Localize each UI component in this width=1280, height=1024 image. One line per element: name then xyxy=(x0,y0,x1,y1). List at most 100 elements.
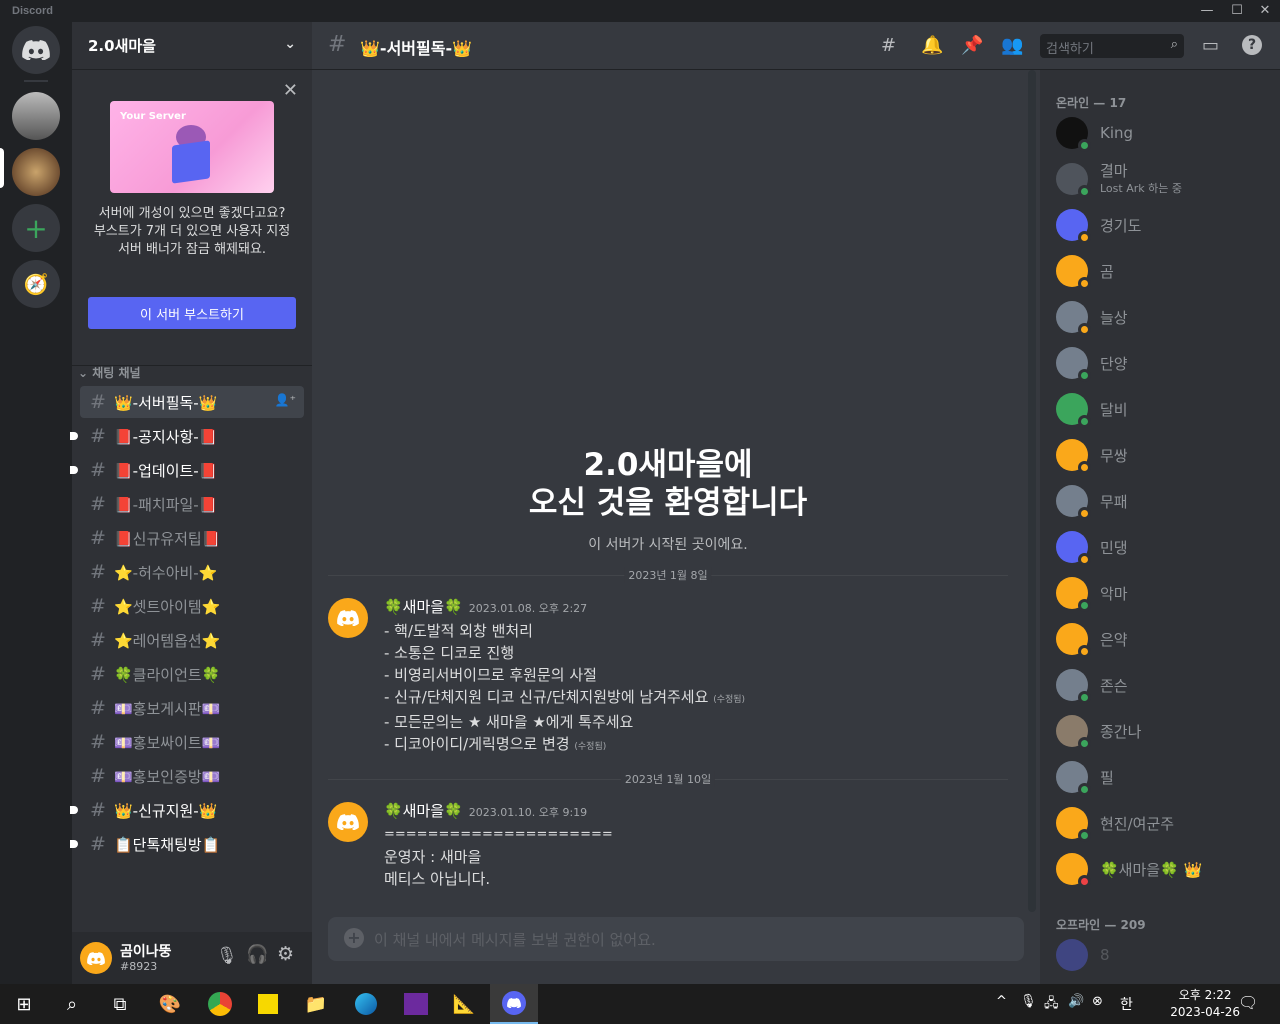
author-avatar[interactable] xyxy=(328,802,368,842)
status-indicator xyxy=(1078,737,1091,750)
tray-network-icon[interactable]: 🖧 xyxy=(1044,994,1059,1016)
minimize-button[interactable]: — xyxy=(1192,0,1222,22)
radio-app-icon[interactable] xyxy=(392,984,440,1024)
server-icon-2[interactable] xyxy=(12,148,60,196)
member-avatar xyxy=(1056,301,1091,336)
file-explorer-icon[interactable]: 📁 xyxy=(292,984,340,1024)
paint-icon[interactable]: 🎨 xyxy=(146,984,194,1024)
add-attachment-icon[interactable]: + xyxy=(344,928,364,948)
member-item[interactable]: 경기도 xyxy=(1056,204,1266,246)
member-item[interactable]: 종간나 xyxy=(1056,710,1266,752)
offline-header: 오프라인 — 209 xyxy=(1056,918,1146,932)
member-item[interactable]: 은약 xyxy=(1056,618,1266,660)
discord-taskbar-icon[interactable] xyxy=(490,984,538,1024)
user-avatar[interactable] xyxy=(80,942,112,974)
message-composer[interactable]: + 이 채널 내에서 메시지를 보낼 권한이 없어요. xyxy=(328,917,1024,961)
member-item[interactable]: 달비 xyxy=(1056,388,1266,430)
member-item[interactable]: 🍀새마을🍀 👑 xyxy=(1056,848,1266,890)
member-item[interactable]: 민댕 xyxy=(1056,526,1266,568)
member-item[interactable]: 무쌍 xyxy=(1056,434,1266,476)
member-item[interactable]: 단양 xyxy=(1056,342,1266,384)
close-icon[interactable]: ✕ xyxy=(283,80,298,101)
add-server-icon[interactable]: + xyxy=(12,204,60,252)
member-item[interactable]: 악마 xyxy=(1056,572,1266,614)
user-panel: 곰이나뚱 #8923 🎙 🎧 ⚙ xyxy=(72,932,312,984)
author-avatar[interactable] xyxy=(328,598,368,638)
threads-icon[interactable]: # xyxy=(881,35,896,56)
close-button[interactable]: ✕ xyxy=(1250,0,1280,22)
tray-mic-icon[interactable]: 🎙 xyxy=(1020,994,1037,1009)
windows-start-icon[interactable]: ⊞ xyxy=(0,984,48,1024)
member-item[interactable]: 늘상 xyxy=(1056,296,1266,338)
search-icon[interactable]: ⌕ xyxy=(48,984,96,1024)
status-indicator xyxy=(1078,507,1091,520)
hash-icon: # xyxy=(90,527,106,549)
server-icon-1[interactable] xyxy=(12,92,60,140)
member-item[interactable]: 존슨 xyxy=(1056,664,1266,706)
notification-icon[interactable]: 🗨 xyxy=(1238,993,1258,1012)
task-view-icon[interactable]: ⧉ xyxy=(96,984,144,1024)
microphone-icon[interactable]: 🎙 xyxy=(216,946,238,966)
home-button[interactable] xyxy=(12,26,60,74)
channel-item[interactable]: # 📕신규유저팁📕 xyxy=(80,522,304,554)
clock[interactable]: 오후 2:22 2023-04-26 xyxy=(1170,987,1240,1021)
author-name[interactable]: 🍀새마을🍀 xyxy=(384,802,463,820)
unread-indicator xyxy=(70,432,78,440)
ime-indicator[interactable]: 한 xyxy=(1120,994,1133,1014)
hash-icon: # xyxy=(90,833,106,855)
channel-item[interactable]: # 💷홍보게시판💷 xyxy=(80,692,304,724)
maximize-button[interactable]: ☐ xyxy=(1222,0,1252,22)
member-item[interactable]: 8 xyxy=(1056,934,1266,976)
chrome-icon[interactable] xyxy=(196,984,244,1024)
channel-item[interactable]: # 📕-패치파일-📕 xyxy=(80,488,304,520)
member-item[interactable]: King xyxy=(1056,112,1266,154)
invite-icon[interactable]: 👤⁺ xyxy=(275,393,296,407)
headphones-icon[interactable]: 🎧 xyxy=(246,944,268,965)
member-item[interactable]: 곰 xyxy=(1056,250,1266,292)
member-avatar xyxy=(1056,577,1091,612)
separator xyxy=(24,80,48,82)
welcome-line-1: 2.0새마을에 xyxy=(583,447,753,483)
channel-item[interactable]: # 💷홍보싸이트💷 xyxy=(80,726,304,758)
member-avatar xyxy=(1056,623,1091,658)
channel-item[interactable]: # ⭐레어템옵션⭐ xyxy=(80,624,304,656)
scrollbar[interactable] xyxy=(1028,70,1036,912)
pin-icon[interactable]: 📌 xyxy=(961,35,983,56)
member-item[interactable]: 필 xyxy=(1056,756,1266,798)
explore-compass-icon[interactable]: 🧭 xyxy=(12,260,60,308)
app-icon[interactable]: 📐 xyxy=(440,984,488,1024)
help-icon[interactable]: ? xyxy=(1242,35,1262,55)
channel-label: 🍀클라이언트🍀 xyxy=(114,665,221,684)
inbox-icon[interactable]: ▭ xyxy=(1202,35,1219,56)
tray-app-icon[interactable]: ⊗ xyxy=(1092,994,1103,1009)
channel-item[interactable]: # 📕-업데이트-📕 xyxy=(70,454,304,486)
status-indicator xyxy=(1078,599,1091,612)
author-name[interactable]: 🍀새마을🍀 xyxy=(384,598,463,616)
tray-volume-icon[interactable]: 🔊 xyxy=(1068,994,1084,1009)
tray-chevron-icon[interactable]: ^ xyxy=(996,994,1007,1009)
member-name: 🍀새마을🍀 👑 xyxy=(1100,860,1203,879)
channel-label: ⭐-허수아비-⭐ xyxy=(114,563,218,582)
member-item[interactable]: 무패 xyxy=(1056,480,1266,522)
search-icon: ⌕ xyxy=(1170,37,1178,52)
channel-item[interactable]: # 📋단톡채팅방📋 xyxy=(70,828,304,860)
channel-item[interactable]: # 👑-서버필독-👑 👤⁺ xyxy=(80,386,304,418)
edge-icon[interactable] xyxy=(342,984,390,1024)
server-header[interactable]: 2.0새마을 ⌄ xyxy=(72,22,312,70)
channel-item[interactable]: # 👑-신규지원-👑 xyxy=(70,794,304,826)
category-header[interactable]: ⌄ 채팅 채널 xyxy=(78,364,141,381)
member-item[interactable]: 결마 Lost Ark 하는 중 xyxy=(1056,158,1266,200)
gear-icon[interactable]: ⚙ xyxy=(277,943,294,965)
search-input[interactable]: 검색하기 ⌕ xyxy=(1040,34,1184,58)
boost-server-button[interactable]: 이 서버 부스트하기 xyxy=(88,297,296,329)
member-avatar xyxy=(1056,439,1091,474)
sticky-notes-icon[interactable] xyxy=(244,984,292,1024)
channel-item[interactable]: # 💷홍보인증방💷 xyxy=(80,760,304,792)
channel-item[interactable]: # ⭐셋트아이템⭐ xyxy=(80,590,304,622)
members-icon[interactable]: 👥 xyxy=(1001,35,1023,56)
channel-item[interactable]: # 📕-공지사항-📕 xyxy=(70,420,304,452)
member-item[interactable]: 현진/여군주 xyxy=(1056,802,1266,844)
channel-item[interactable]: # ⭐-허수아비-⭐ xyxy=(80,556,304,588)
bell-icon[interactable]: 🔔 xyxy=(921,35,943,56)
channel-item[interactable]: # 🍀클라이언트🍀 xyxy=(80,658,304,690)
